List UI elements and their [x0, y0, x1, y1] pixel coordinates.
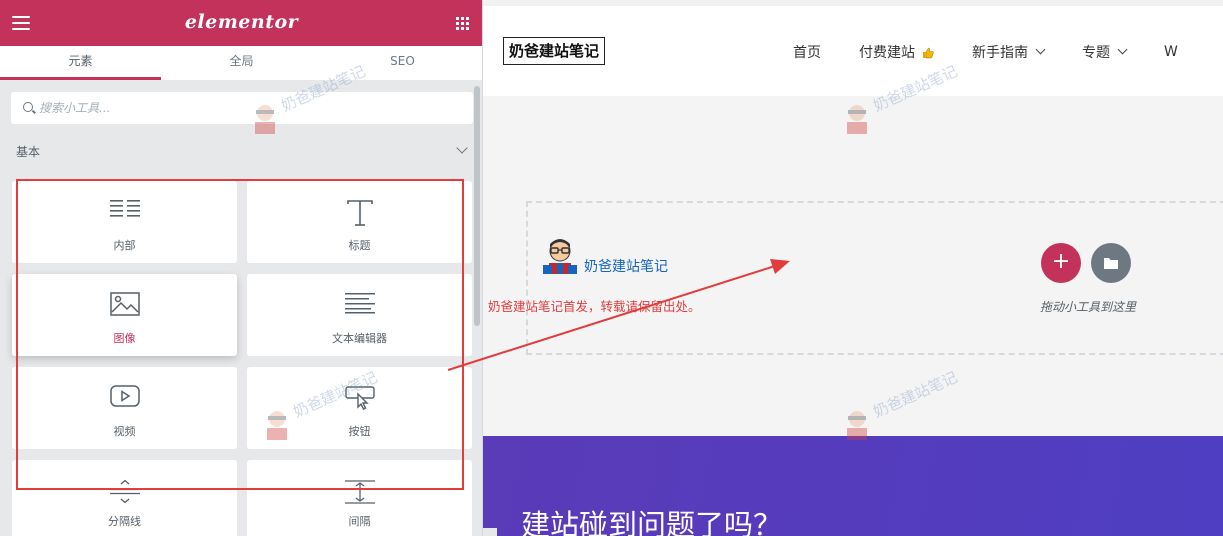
elementor-logo: elementor	[184, 11, 299, 33]
hero-title: 建站碰到问题了吗？	[521, 508, 783, 536]
widget-label: 间隔	[348, 515, 371, 528]
nav-item-w[interactable]: W	[1164, 42, 1178, 62]
elementor-panel: elementor 元素 全局 SEO 基本 内部 标题	[0, 0, 483, 536]
site-title[interactable]: 奶爸建站笔记	[503, 37, 606, 65]
nav-item-home[interactable]: 首页	[793, 42, 821, 62]
category-title[interactable]: 基本	[16, 143, 40, 160]
thumbs-up-icon	[923, 47, 934, 59]
nav-label: 付费建站	[859, 45, 915, 61]
watermark-avatar-icon	[847, 411, 867, 440]
nav-label: W	[1164, 44, 1178, 60]
site-nav: 首页 付费建站 新手指南 专题 W	[793, 42, 1178, 62]
folder-icon	[1104, 258, 1118, 269]
plus-icon: +	[1051, 249, 1071, 274]
search-icon	[23, 102, 33, 112]
nav-label: 新手指南	[972, 45, 1028, 61]
add-template-button[interactable]	[1091, 243, 1131, 283]
nav-item-guide[interactable]: 新手指南	[972, 42, 1046, 62]
nav-item-topics[interactable]: 专题	[1082, 42, 1128, 62]
panel-scrollbar[interactable]	[474, 86, 480, 326]
watermark: 奶爸建站笔记	[250, 62, 390, 138]
watermark: 奶爸建站笔记	[842, 62, 982, 138]
top-strip	[483, 0, 1223, 6]
chevron-down-icon	[1035, 44, 1046, 55]
watermark-avatar-icon	[847, 105, 867, 134]
reprint-note: 奶爸建站笔记首发，转载请保留出处。	[488, 299, 701, 314]
hero-section: 建站碰到问题了吗？	[483, 436, 1223, 536]
nav-label: 首页	[793, 45, 821, 61]
author-name[interactable]: 奶爸建站笔记	[584, 256, 668, 276]
panel-header: elementor	[0, 0, 482, 46]
tab-elements[interactable]: 元素	[0, 46, 161, 80]
add-section-button[interactable]: +	[1041, 243, 1081, 283]
page-preview: 奶爸建站笔记 首页 付费建站 新手指南 专题 W 奶爸建站笔记 奶爸建站笔记首发…	[483, 0, 1223, 536]
watermark: 奶爸建站笔记	[842, 368, 982, 444]
watermark: 奶爸建站笔记	[262, 368, 402, 444]
chevron-down-icon[interactable]	[456, 142, 468, 154]
widget-label: 分隔线	[108, 515, 141, 528]
watermark-avatar-icon	[267, 411, 287, 440]
chevron-down-icon	[1117, 44, 1128, 55]
panel-tabs: 元素 全局 SEO	[0, 46, 482, 80]
author-avatar	[543, 239, 577, 274]
nav-item-paid[interactable]: 付费建站	[859, 42, 934, 62]
watermark-avatar-icon	[255, 105, 275, 134]
nav-label: 专题	[1082, 45, 1110, 61]
drop-hint: 拖动小工具到这里	[1039, 300, 1136, 314]
tab-global[interactable]: 全局	[161, 46, 322, 80]
apps-grid-icon[interactable]	[456, 17, 469, 30]
search-box	[11, 92, 473, 124]
hero-corner	[483, 528, 497, 536]
search-input[interactable]	[39, 98, 459, 118]
